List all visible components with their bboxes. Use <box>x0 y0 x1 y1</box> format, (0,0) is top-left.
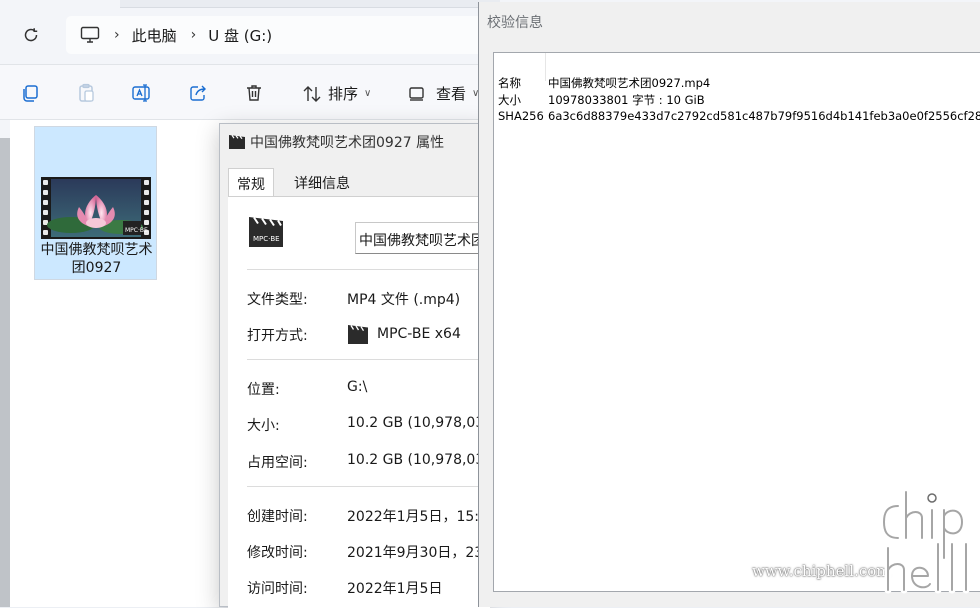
tab-details[interactable]: 详细信息 <box>286 168 358 196</box>
modified-value: 2021年9月30日，23 <box>347 545 484 561</box>
checksum-row-sha256: SHA256 6a3c6d88379e433d7c2792cd581c487b79… <box>498 109 980 123</box>
opens-with-value: MPC-BE x64 <box>347 323 461 345</box>
address-bar[interactable]: › 此电脑 › U 盘 (G:) <box>66 16 486 54</box>
mpc-be-small-icon <box>348 325 368 344</box>
thumb-badge: MPC·BE <box>125 227 148 234</box>
opens-with-app: MPC-BE x64 <box>377 326 461 342</box>
file-item[interactable]: MPC·BE 中国佛教梵呗艺术团0927 <box>34 126 157 280</box>
sort-icon <box>303 85 321 102</box>
tab-strip-edge <box>120 0 500 8</box>
monitor-icon <box>80 26 100 43</box>
general-tab-panel: MPC·BE 中国佛教梵呗艺术团0927.mp4 文件类型: MP4 文件 (.… <box>228 196 507 608</box>
copy-icon <box>23 85 38 102</box>
share-icon <box>190 85 206 101</box>
size-on-disk-value: 10.2 GB (10,978,035 <box>347 452 494 468</box>
chevron-down-icon: ∨ <box>364 88 372 99</box>
dialog-title: 中国佛教梵呗艺术团0927 属性 <box>250 135 445 151</box>
copy-button[interactable] <box>18 81 42 105</box>
file-type-label: 文件类型: <box>247 292 308 308</box>
breadcrumb-this-pc[interactable]: 此电脑 <box>132 25 177 46</box>
file-name-label: 中国佛教梵呗艺术团0927 <box>40 242 153 276</box>
checksum-value: 10978033801 字节 : 10 GiB <box>548 93 705 107</box>
rename-icon <box>132 84 150 102</box>
modified-label: 修改时间: <box>247 545 308 561</box>
created-value: 2022年1月5日，15:5 <box>347 509 488 525</box>
refresh-icon <box>24 28 38 42</box>
checksum-row-size: 大小 10978033801 字节 : 10 GiB <box>498 92 705 108</box>
dialog-title-bar[interactable]: 中国佛教梵呗艺术团0927 属性 <box>228 132 444 152</box>
checksum-value: 中国佛教梵呗艺术团0927.mp4 <box>548 76 711 90</box>
breadcrumb-chevron-icon: › <box>114 27 120 43</box>
paste-icon <box>79 83 94 102</box>
view-button[interactable]: 查看 ∨ <box>408 83 479 104</box>
location-label: 位置: <box>247 382 280 398</box>
sort-label: 排序 <box>328 85 359 103</box>
size-on-disk-label: 占用空间: <box>247 455 308 471</box>
divider <box>247 359 507 360</box>
paste-button[interactable] <box>74 81 98 105</box>
view-icon <box>409 86 424 101</box>
chiphell-logo <box>880 488 970 594</box>
checksum-window-title[interactable]: 校验信息 <box>487 12 543 32</box>
tab-general[interactable]: 常规 <box>228 168 274 198</box>
watermark-url: www.chiphell.com <box>752 562 891 580</box>
location-value: G:\ <box>347 379 368 395</box>
size-value: 10.2 GB (10,978,033 <box>347 415 494 431</box>
opens-with-label: 打开方式: <box>247 328 308 344</box>
refresh-button[interactable] <box>18 22 44 48</box>
app-icon-text: MPC·BE <box>253 235 280 243</box>
checksum-key: 名称 <box>498 76 521 90</box>
size-label: 大小: <box>247 418 280 434</box>
checksum-key: SHA256 <box>498 109 544 123</box>
divider <box>247 269 507 270</box>
rename-button[interactable] <box>130 81 154 105</box>
breadcrumb-usb-drive[interactable]: U 盘 (G:) <box>208 25 272 46</box>
delete-button[interactable] <box>242 81 266 105</box>
file-type-value: MP4 文件 (.mp4) <box>347 292 461 308</box>
checksum-row-name: 名称 中国佛教梵呗艺术团0927.mp4 <box>498 75 710 91</box>
video-file-icon <box>229 134 245 149</box>
share-button[interactable] <box>186 81 210 105</box>
trash-icon <box>247 85 261 101</box>
divider <box>247 486 507 487</box>
created-label: 创建时间: <box>247 509 308 525</box>
sort-button[interactable]: 排序 ∨ <box>302 83 371 104</box>
breadcrumb-chevron-icon: › <box>190 27 197 43</box>
accessed-label: 访问时间: <box>247 581 308 597</box>
checksum-key: 大小 <box>498 93 521 107</box>
navigation-pane-scrollbar[interactable] <box>0 138 10 607</box>
view-label: 查看 <box>436 85 467 103</box>
accessed-value: 2022年1月5日 <box>347 581 443 597</box>
video-thumbnail: MPC·BE <box>41 177 151 239</box>
properties-dialog: 中国佛教梵呗艺术团0927 属性 常规 详细信息 MPC·BE 中国佛教梵呗艺术… <box>219 123 507 608</box>
mpc-be-app-icon: MPC·BE <box>249 216 283 247</box>
checksum-value: 6a3c6d88379e433d7c2792cd581c487b79f9516d… <box>548 109 980 123</box>
